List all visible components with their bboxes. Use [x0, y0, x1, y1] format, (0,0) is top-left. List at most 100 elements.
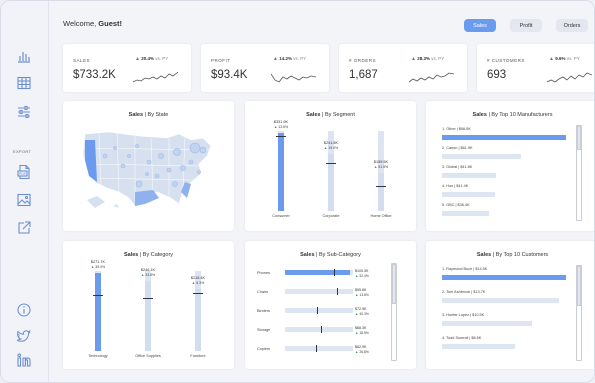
- kpi-label: PROFIT: [211, 58, 231, 63]
- category-label: Technology: [88, 354, 108, 358]
- bar-delta: ▲ 6.3%: [191, 281, 205, 286]
- category-label: Office Supplies: [135, 354, 161, 358]
- up-arrow-icon: ▲: [273, 56, 278, 62]
- prior-year-marker: [315, 345, 317, 352]
- kpi-sparkline: [133, 71, 178, 83]
- kpi-value: $733.2K: [73, 69, 116, 81]
- bar-value-label: $72.9K: [355, 307, 367, 311]
- scrollbar-thumb[interactable]: [577, 126, 581, 150]
- bar-value-label: $241.8K: [323, 141, 339, 146]
- category-label: Binders: [257, 309, 270, 313]
- bar-value-label: $271.7K: [90, 260, 106, 265]
- row-label: 1. Raymond Buch | $14.5K: [442, 267, 488, 271]
- kpi-delta: ▲ 14.2% vs. PY: [273, 56, 306, 62]
- kpi-label: SALES: [73, 58, 91, 63]
- bar-delta: ▲ 13.6%: [273, 124, 289, 129]
- kpi-card-profit[interactable]: PROFIT $93.4K ▲ 14.2% vs. PY: [201, 44, 329, 92]
- bar: [442, 321, 532, 326]
- kpi-label: # CUSTOMERS: [487, 58, 525, 63]
- chart-card-sales-by-segment: Sales | By Segment $331.9K ▲ 13.6% Consume…: [245, 101, 416, 231]
- kpi-delta-pct: 28.3%: [417, 56, 430, 61]
- bar: [442, 173, 496, 178]
- bar: [442, 211, 489, 216]
- scrollbar[interactable]: [391, 263, 397, 361]
- bar-delta: ▲ 51.5%: [373, 165, 389, 170]
- prior-year-marker: [143, 298, 153, 300]
- kpi-label: # ORDERS: [349, 58, 377, 63]
- kpi-sparkline: [271, 73, 316, 83]
- prior-year-marker: [320, 326, 322, 333]
- export-label: EXPORT: [13, 149, 32, 154]
- bar-chart-icon[interactable]: [15, 47, 33, 65]
- prior-year-marker: [334, 269, 336, 276]
- prior-year-marker: [336, 288, 338, 295]
- row-label: 4. Todd Sumrall | $8.5K: [442, 336, 482, 340]
- sliders-icon[interactable]: [15, 103, 33, 121]
- bar: [442, 154, 522, 159]
- bar: [285, 308, 331, 313]
- toggle-profit[interactable]: Profit: [510, 19, 542, 32]
- row-label: 4. Hon | $41.4K: [442, 184, 469, 188]
- chart-card-sales-by-category: Sales | By Category $271.7K ▲ 39.0% Techno…: [63, 241, 234, 369]
- scrollbar-thumb[interactable]: [577, 266, 581, 306]
- twitter-icon[interactable]: [15, 327, 33, 345]
- kpi-delta-pct: 9.6%: [555, 56, 566, 61]
- chart-title: Sales | By Segment: [306, 112, 355, 118]
- table-icon[interactable]: [15, 74, 33, 92]
- category-label: Chairs: [257, 290, 268, 294]
- linkedin-icon[interactable]: [15, 351, 33, 369]
- bar: [95, 273, 101, 351]
- toggle-orders[interactable]: Orders: [556, 19, 588, 32]
- kpi-vs-label: vs. PY: [155, 56, 169, 61]
- info-icon[interactable]: [15, 301, 33, 319]
- external-link-icon[interactable]: [15, 219, 33, 237]
- kpi-delta: ▲ 28.3% vs. PY: [411, 56, 444, 62]
- kpi-card-sales[interactable]: SALES $733.2K ▲ 20.4% vs. PY: [63, 44, 191, 92]
- scrollbar[interactable]: [576, 265, 582, 361]
- us-map[interactable]: [79, 126, 219, 216]
- kpi-delta-pct: 20.4%: [141, 56, 154, 61]
- kpi-delta: ▲ 20.4% vs. PY: [135, 56, 168, 62]
- kpi-vs-label: vs. PY: [431, 56, 445, 61]
- row-label: 2. Tom Ashbrook | $13.7K: [442, 290, 486, 294]
- bar: [195, 289, 201, 351]
- kpi-card-orders[interactable]: # ORDERS 1,687 ▲ 28.3% vs. PY: [339, 44, 467, 92]
- chart-card-sales-by-subcategory: Sales | By Sub-Category Phones $105.3K ▲ 3…: [245, 241, 416, 369]
- bar-delta: ▲ 40.3%: [355, 312, 369, 316]
- category-label: Home Office: [370, 214, 392, 218]
- bar: [442, 344, 515, 349]
- chart-card-sales-by-manufacturer: Sales | By Top 10 Manufacturers 1. Other…: [426, 101, 594, 231]
- bar-delta: ▲ 39.0%: [90, 265, 106, 270]
- bar-delta: ▲ 33.8%: [140, 272, 156, 277]
- image-export-icon[interactable]: [15, 191, 33, 209]
- dashboard-window: EXPORT PDF Welcome, Guest! Sales Profit …: [0, 0, 595, 383]
- bar-value-label: $246.1K: [140, 267, 156, 272]
- chart-title: Sales | By Top 10 Manufacturers: [472, 112, 553, 118]
- kpi-delta-pct: 14.2%: [279, 56, 292, 61]
- bar-value-label: $215.4K: [190, 276, 206, 281]
- row-label: 2. Canon | $61.9K: [442, 146, 473, 150]
- prior-year-marker: [376, 186, 386, 188]
- scrollbar-thumb[interactable]: [392, 264, 396, 304]
- top-bar: Welcome, Guest! Sales Profit Orders: [49, 1, 594, 39]
- kpi-value: 693: [487, 69, 507, 81]
- bar: [145, 280, 151, 351]
- bar-value-label: $105.3K: [355, 269, 369, 273]
- bar: [442, 192, 495, 197]
- toggle-sales[interactable]: Sales: [464, 19, 496, 32]
- up-arrow-icon: ▲: [411, 56, 416, 62]
- prior-year-marker: [276, 135, 286, 137]
- bar: [285, 270, 351, 275]
- welcome-message: Welcome, Guest!: [63, 19, 122, 28]
- scrollbar[interactable]: [576, 125, 582, 221]
- kpi-value: $93.4K: [211, 69, 248, 81]
- category-label: Corporate: [322, 214, 340, 218]
- bar: [285, 346, 324, 351]
- kpi-card-customers[interactable]: # CUSTOMERS 693 ▲ 9.6% vs. PY: [477, 44, 594, 92]
- pdf-export-icon[interactable]: PDF: [15, 163, 33, 181]
- sidebar: EXPORT PDF: [1, 1, 49, 382]
- row-label: 5. GBC | $36.4K: [442, 203, 470, 207]
- kpi-vs-label: vs. PY: [293, 56, 307, 61]
- up-arrow-icon: ▲: [549, 56, 554, 62]
- prior-year-marker: [93, 295, 103, 297]
